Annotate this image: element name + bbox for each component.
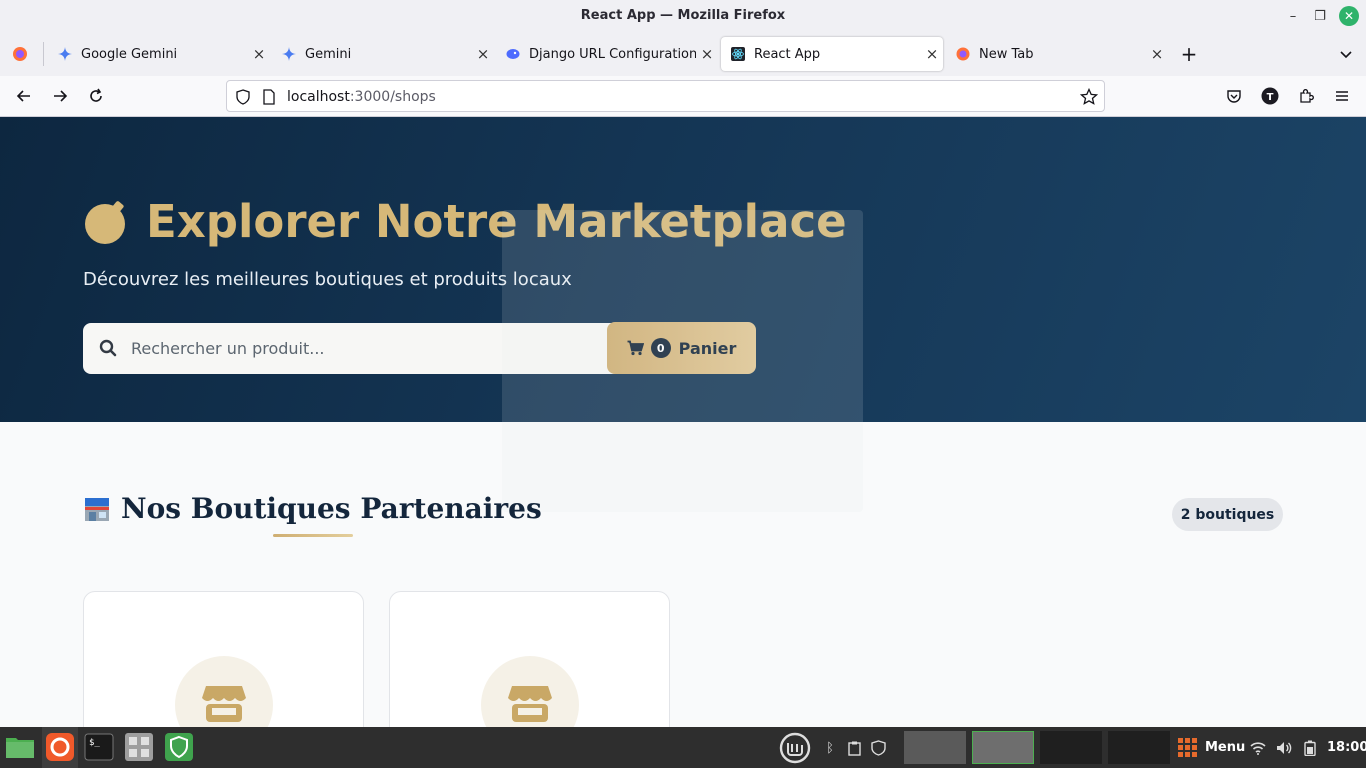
window-titlebar: React App — Mozilla Firefox – ❐ ✕ (0, 0, 1366, 32)
page-icon[interactable] (262, 89, 276, 105)
update-shield-icon[interactable] (869, 739, 887, 757)
forward-button[interactable] (48, 84, 72, 108)
convenience-store-icon (85, 497, 109, 521)
shop-card[interactable] (389, 591, 670, 754)
tab-close-icon[interactable]: × (248, 45, 270, 63)
gemini-icon (58, 47, 72, 61)
tab-label: React App (754, 46, 821, 62)
title-underline (273, 534, 353, 537)
firefox-view-button[interactable] (8, 42, 32, 66)
pocket-button[interactable] (1222, 84, 1246, 108)
tab-react-app[interactable]: React App × (721, 37, 943, 71)
battery-glyph (1304, 740, 1316, 756)
reload-button[interactable] (84, 84, 108, 108)
clipboard-icon[interactable] (845, 739, 863, 757)
extensions-button[interactable] (1294, 84, 1318, 108)
gemini-icon (282, 47, 296, 61)
firefox-icon (13, 47, 27, 61)
close-window-button[interactable]: ✕ (1339, 6, 1359, 26)
minimize-button[interactable]: – (1283, 6, 1303, 26)
tab-label: New Tab (979, 46, 1034, 62)
clock[interactable]: 18:00 (1327, 740, 1366, 755)
shield-icon[interactable] (235, 89, 251, 105)
reload-icon (90, 88, 102, 102)
section-title-text: Nos Boutiques Partenaires (121, 492, 542, 525)
tab-close-icon[interactable]: × (1146, 45, 1168, 63)
hamburger-menu-icon (1336, 91, 1348, 101)
account-button[interactable]: T (1258, 84, 1282, 108)
shield-vpn-icon[interactable] (164, 732, 194, 762)
workspace-4[interactable] (1108, 731, 1170, 764)
arrow-left-icon (16, 90, 30, 102)
start-menu-label[interactable]: Menu (1205, 740, 1245, 755)
new-tab-button[interactable]: + (1177, 42, 1201, 66)
navigation-toolbar: localhost:3000/shops T (0, 76, 1366, 117)
section-title: Nos Boutiques Partenaires (83, 492, 542, 525)
url-path: :3000/shops (349, 89, 436, 105)
volume-icon[interactable] (1275, 739, 1293, 757)
app-grid-icon[interactable] (124, 732, 154, 762)
bluetooth-icon[interactable]: ᛒ (821, 739, 839, 757)
url-text[interactable]: localhost:3000/shops (287, 89, 436, 105)
tab-google-gemini[interactable]: Google Gemini × (48, 37, 270, 71)
battery-icon[interactable] (1301, 739, 1319, 757)
files-folder-icon[interactable] (5, 732, 35, 762)
store-icon (508, 686, 552, 722)
tab-gemini[interactable]: Gemini × (272, 37, 494, 71)
workspace-3[interactable] (1040, 731, 1102, 764)
shop-card[interactable] (83, 591, 364, 754)
chevron-down-icon (1340, 51, 1352, 59)
workspace-1[interactable] (904, 731, 966, 764)
firefox-icon (956, 47, 970, 61)
list-all-tabs-button[interactable] (1334, 42, 1358, 66)
svg-text:T: T (1267, 92, 1274, 103)
tab-django-url[interactable]: Django URL Configuration f × (496, 37, 718, 71)
speaker-glyph (1277, 742, 1292, 754)
bomb-icon (85, 200, 125, 244)
star-bookmark-icon[interactable] (1080, 88, 1098, 106)
wifi-glyph (1250, 741, 1266, 755)
workspace-2[interactable] (972, 731, 1034, 764)
wifi-icon[interactable] (1249, 739, 1267, 757)
page-subtitle: Découvrez les meilleures boutiques et pr… (83, 269, 572, 290)
clipboard-glyph (847, 741, 861, 756)
terminal-icon[interactable]: $_ (84, 732, 114, 762)
deepseek-icon (506, 49, 520, 59)
maximize-button[interactable]: ❐ (1310, 6, 1330, 26)
search-icon (99, 339, 117, 357)
puzzle-icon (1300, 89, 1314, 103)
faded-overlay-panel (502, 210, 863, 512)
shop-count-badge: 2 boutiques (1172, 498, 1283, 531)
tab-label: Django URL Configuration f (529, 46, 696, 62)
firefox-icon[interactable] (45, 732, 75, 762)
window-title: React App — Mozilla Firefox (580, 8, 786, 23)
app-menu-button[interactable] (1330, 84, 1354, 108)
back-button[interactable] (12, 84, 36, 108)
tab-close-icon[interactable]: × (696, 45, 718, 63)
system-taskbar: $_ ᛒ Menu 18:00 (0, 727, 1366, 768)
url-host: localhost (287, 89, 350, 105)
tab-label: Gemini (305, 46, 352, 62)
tab-label: Google Gemini (81, 46, 178, 62)
tab-close-icon[interactable]: × (921, 45, 943, 63)
pocket-icon (1227, 90, 1241, 103)
tab-strip: Google Gemini × Gemini × Django URL Conf… (0, 32, 1366, 76)
svg-text:$_: $_ (89, 738, 100, 748)
tab-close-icon[interactable]: × (472, 45, 494, 63)
avatar: T (1261, 87, 1279, 105)
url-bar[interactable]: localhost:3000/shops (226, 80, 1105, 112)
arrow-right-icon (54, 90, 68, 102)
tab-separator (43, 42, 44, 66)
store-icon (202, 686, 246, 722)
menu-grid-icon[interactable] (1178, 738, 1198, 758)
react-icon (731, 47, 745, 61)
shield-glyph (870, 740, 886, 756)
mint-logo-icon[interactable] (779, 732, 811, 764)
tab-new-tab[interactable]: New Tab × (946, 37, 1168, 71)
